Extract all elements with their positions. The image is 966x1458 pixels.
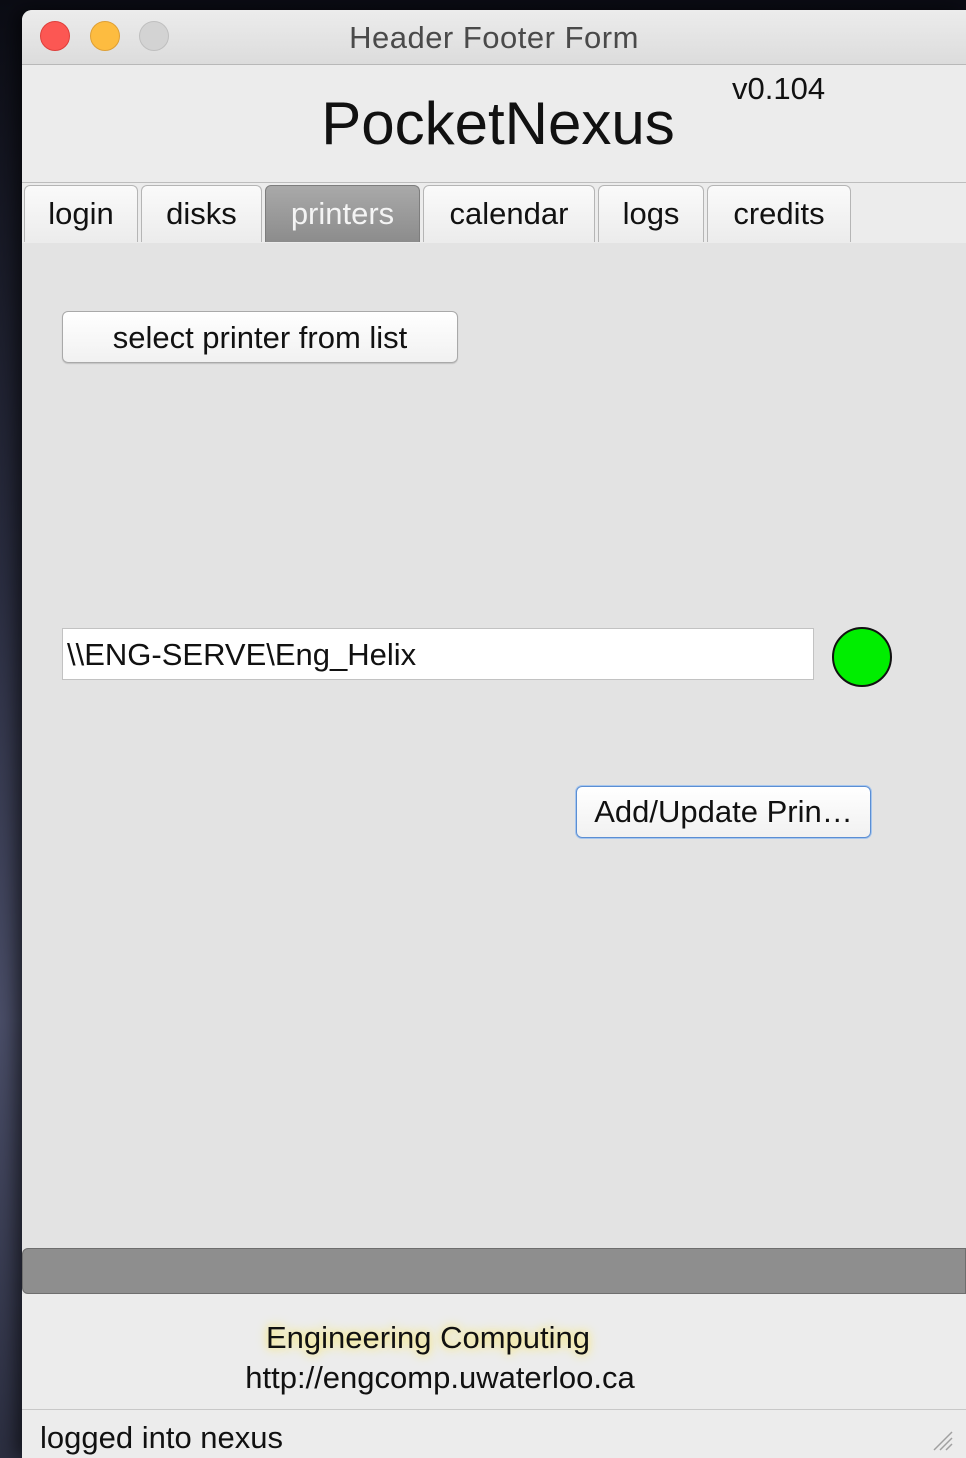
progress-bar <box>22 1248 966 1294</box>
organization-label: Engineering Computing <box>266 1320 590 1355</box>
window-title: Header Footer Form <box>349 20 639 55</box>
tab-bar: login disks printers calendar logs credi… <box>22 182 966 244</box>
title-bar[interactable]: Header Footer Form <box>22 10 966 65</box>
footer: Engineering Computing http://engcomp.uwa… <box>22 1294 966 1410</box>
add-update-printer-button[interactable]: Add/Update Prin… <box>576 786 871 838</box>
tab-logs[interactable]: logs <box>598 185 704 242</box>
app-header: v0.104 PocketNexus <box>22 65 966 183</box>
status-text: logged into nexus <box>40 1420 284 1455</box>
status-bar: logged into nexus <box>22 1410 966 1458</box>
app-title: PocketNexus <box>321 90 675 157</box>
tab-login[interactable]: login <box>24 185 138 242</box>
tab-printers[interactable]: printers <box>265 185 420 242</box>
select-printer-button[interactable]: select printer from list <box>62 311 458 363</box>
printer-status-indicator <box>832 627 892 687</box>
tab-calendar[interactable]: calendar <box>423 185 595 242</box>
tab-disks[interactable]: disks <box>141 185 262 242</box>
footer-url[interactable]: http://engcomp.uwaterloo.ca <box>22 1360 858 1396</box>
resize-grip-icon[interactable] <box>928 1426 954 1452</box>
printers-panel: select printer from list \\ENG-SERVE\Eng… <box>22 243 966 1248</box>
app-window: Header Footer Form v0.104 PocketNexus lo… <box>22 10 966 1458</box>
printer-path-field[interactable]: \\ENG-SERVE\Eng_Helix <box>62 628 814 680</box>
tab-credits[interactable]: credits <box>707 185 851 242</box>
